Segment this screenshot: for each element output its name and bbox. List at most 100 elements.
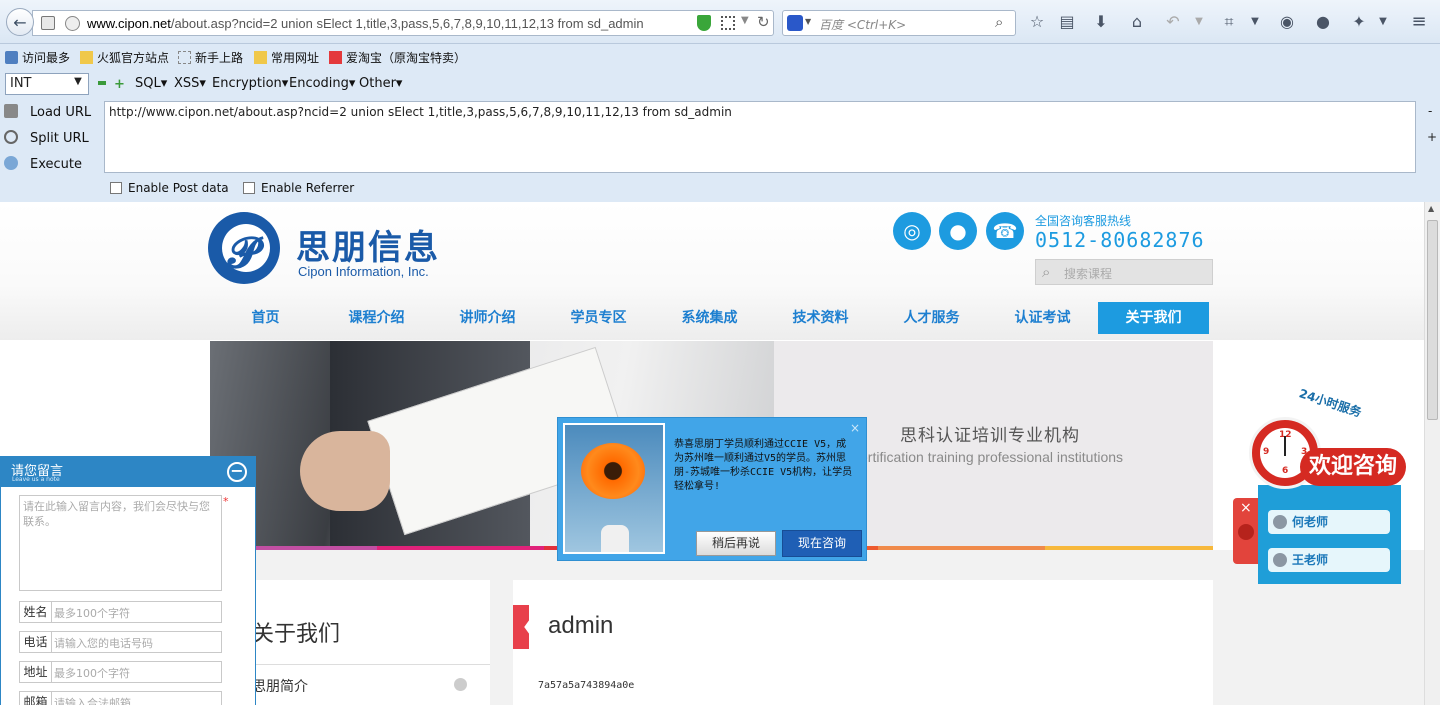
url-text[interactable]: www.cipon.net/about.asp?ncid=2 union sEl… xyxy=(87,16,644,31)
folder-icon xyxy=(80,51,93,64)
email-field[interactable]: 邮箱 请输入合法邮箱 xyxy=(19,691,222,705)
divider xyxy=(240,664,490,665)
user-icon[interactable]: ● xyxy=(1312,12,1334,32)
load-url-button[interactable]: Load URL xyxy=(4,104,91,120)
execute-button[interactable]: Execute xyxy=(4,156,82,172)
chevron-down-icon: ▼ xyxy=(74,76,82,87)
shield-icon[interactable] xyxy=(697,15,711,31)
address-field[interactable]: 地址 最多100个字符 xyxy=(19,661,222,683)
enable-post-checkbox[interactable]: Enable Post data xyxy=(110,181,229,195)
teacher-wang[interactable]: 王老师 xyxy=(1268,548,1390,572)
dropdown-arrow-icon[interactable]: ▼ xyxy=(1188,12,1210,32)
phone-field[interactable]: 电话 请输入您的电话号码 xyxy=(19,631,222,653)
nav-resources[interactable]: 技术资料 xyxy=(765,302,876,334)
logo-text[interactable]: 思朋信息 xyxy=(296,220,440,269)
course-search-input[interactable]: ⌕ 搜索课程 xyxy=(1035,259,1213,285)
paw-icon xyxy=(1238,524,1254,540)
nav-certification[interactable]: 认证考试 xyxy=(987,302,1098,334)
bookmark-star-icon xyxy=(5,51,18,64)
menu-icon[interactable]: ≡ xyxy=(1408,12,1430,32)
menu-other[interactable]: Other▾ xyxy=(359,76,402,91)
content-text: 7a57a5a743894a0e xyxy=(538,680,635,691)
nav-talent[interactable]: 人才服务 xyxy=(876,302,987,334)
bookmark-item[interactable]: 访问最多 xyxy=(5,49,70,66)
play-icon xyxy=(4,156,18,170)
main-content: admin 7a57a5a743894a0e xyxy=(513,580,1213,705)
expand-button[interactable]: + xyxy=(1427,130,1437,144)
search-placeholder: 百度 <Ctrl+K> xyxy=(819,18,907,32)
logo-icon[interactable]: 𝓟 xyxy=(208,212,280,284)
minimize-icon[interactable]: − xyxy=(227,462,247,482)
hotline-label: 全国咨询客服热线 xyxy=(1035,214,1132,228)
nav-home[interactable]: 首页 xyxy=(210,302,321,334)
phone-icon[interactable]: ☎ xyxy=(986,212,1024,250)
page-scrollbar[interactable]: ▲ xyxy=(1424,202,1440,705)
download-icon[interactable]: ⬇ xyxy=(1090,12,1112,32)
bookmark-item[interactable]: 火狐官方站点 xyxy=(80,49,169,66)
bookmark-item[interactable]: 常用网址 xyxy=(254,49,319,66)
menu-encryption[interactable]: Encryption▾ xyxy=(212,76,288,91)
dashed-page-icon xyxy=(178,51,191,64)
nav-about[interactable]: 关于我们 xyxy=(1098,302,1209,334)
menu-sql[interactable]: SQL▾ xyxy=(135,76,167,91)
arrow-circle-icon[interactable] xyxy=(454,678,467,691)
crop-icon[interactable]: ⌗ xyxy=(1218,12,1240,32)
back-arrow-icon: ← xyxy=(13,12,27,32)
extension-icon[interactable]: ✦ xyxy=(1348,12,1370,32)
reload-icon[interactable]: ↻ xyxy=(757,13,770,31)
qr-code-icon[interactable] xyxy=(721,16,735,30)
split-url-button[interactable]: Split URL xyxy=(4,130,89,146)
hotline-number: 0512-80682876 xyxy=(1035,228,1205,252)
type-select[interactable]: INT ▼ xyxy=(5,73,89,95)
home-icon[interactable]: ⌂ xyxy=(1126,12,1148,32)
plus-icon[interactable]: + xyxy=(114,77,125,92)
bookmark-item[interactable]: 爱淘宝（原淘宝特卖） xyxy=(329,49,466,66)
close-icon[interactable]: × xyxy=(850,421,860,435)
name-field[interactable]: 姓名 最多100个字符 xyxy=(19,601,222,623)
dropdown-arrow-icon[interactable]: ▼ xyxy=(1372,12,1394,32)
enable-referrer-checkbox[interactable]: Enable Referrer xyxy=(243,181,354,195)
address-bar[interactable]: www.cipon.net/about.asp?ncid=2 union sEl… xyxy=(32,10,774,36)
close-icon[interactable]: × xyxy=(1240,500,1252,516)
nav-courses[interactable]: 课程介绍 xyxy=(321,302,432,334)
popup-message: 恭喜思朋丁学员顺利通过CCIE V5，成为苏州唯一顺利通过V5的学员。苏州思朋-… xyxy=(674,439,853,492)
magnifier-icon[interactable]: ⌕ xyxy=(995,13,1003,31)
url-textarea[interactable]: http://www.cipon.net/about.asp?ncid=2 un… xyxy=(104,101,1416,173)
bookmark-item[interactable]: 新手上路 xyxy=(178,49,243,66)
scrollbar-thumb[interactable] xyxy=(1427,220,1438,420)
star-icon[interactable]: ☆ xyxy=(1026,12,1048,32)
nav-teachers[interactable]: 讲师介绍 xyxy=(432,302,543,334)
nav-students[interactable]: 学员专区 xyxy=(543,302,654,334)
content-title: admin xyxy=(548,612,614,639)
hackbar: INT ▼ + SQL▾ XSS▾ Encryption▾ Encoding▾ O… xyxy=(0,70,1440,202)
search-bar[interactable]: ▼ 百度 <Ctrl+K> ⌕ xyxy=(782,10,1016,36)
chat-icon[interactable]: ◉ xyxy=(1276,12,1298,32)
dropdown-arrow-icon[interactable]: ▼ xyxy=(805,17,811,26)
search-placeholder: 搜索课程 xyxy=(1064,267,1113,281)
teacher-he[interactable]: 何老师 xyxy=(1268,510,1390,534)
shrink-button[interactable]: - xyxy=(1428,104,1432,118)
dropdown-arrow-icon[interactable]: ▼ xyxy=(1244,12,1266,32)
consult-toggle[interactable]: × xyxy=(1233,498,1259,564)
undo-icon[interactable]: ↶ xyxy=(1162,12,1184,32)
menu-encoding[interactable]: Encoding▾ xyxy=(289,76,355,91)
reading-list-icon[interactable]: ▤ xyxy=(1056,12,1078,32)
menu-xss[interactable]: XSS▾ xyxy=(174,76,206,91)
consult-now-button[interactable]: 现在咨询 xyxy=(782,530,862,557)
later-button[interactable]: 稍后再说 xyxy=(696,531,776,556)
checkbox[interactable] xyxy=(110,182,122,194)
qq-icon[interactable]: ● xyxy=(939,212,977,250)
nav-integration[interactable]: 系统集成 xyxy=(654,302,765,334)
welcome-consult-label[interactable]: 欢迎咨询 xyxy=(1300,448,1406,486)
weibo-icon[interactable]: ◎ xyxy=(893,212,931,250)
minus-icon[interactable] xyxy=(98,81,106,85)
dropdown-arrow-icon[interactable]: ▼ xyxy=(741,15,749,26)
sidebar-item-intro[interactable]: 思朋简介 xyxy=(252,676,308,696)
navigation-toolbar: www.cipon.net/about.asp?ncid=2 union sEl… xyxy=(0,0,1440,44)
message-textarea[interactable]: 请在此输入留言内容，我们会尽快与您联系。 xyxy=(19,495,222,591)
banner-hand xyxy=(300,431,390,511)
back-button[interactable]: ← xyxy=(6,8,34,36)
leave-message-panel: 请您留言 Leave us a note − 请在此输入留言内容，我们会尽快与您… xyxy=(0,456,256,705)
checkbox[interactable] xyxy=(243,182,255,194)
scroll-up-icon[interactable]: ▲ xyxy=(1428,204,1434,213)
